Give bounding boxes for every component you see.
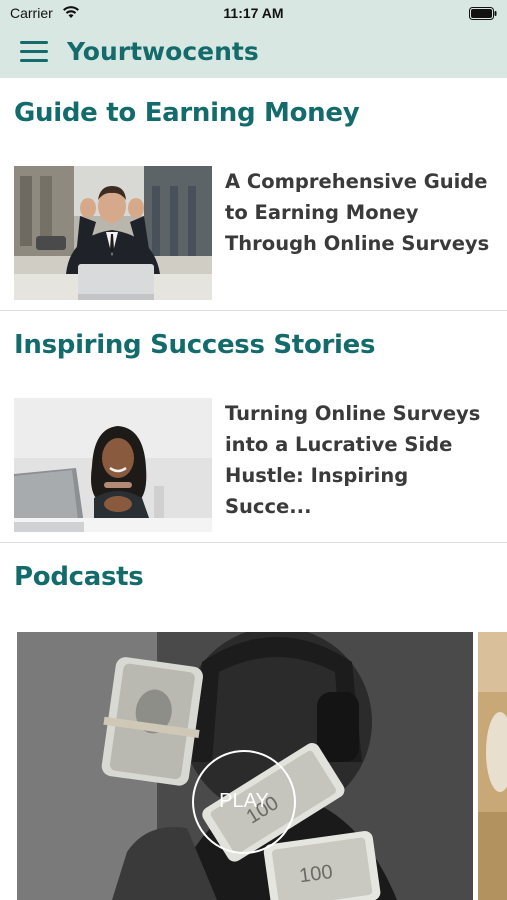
section-title-podcasts: Podcasts [14,562,144,592]
svg-text:100: 100 [298,861,334,887]
section-divider [0,310,507,311]
article-card-success[interactable]: Turning Online Surveys into a Lucrative … [0,398,507,534]
hamburger-menu-icon[interactable] [20,41,48,63]
next-podcast-thumbnail [478,632,507,900]
clock-time: 11:17 AM [223,5,284,21]
article-thumbnail[interactable] [14,166,212,300]
man-celebrating-at-laptop-photo [14,166,212,300]
play-button[interactable]: PLAY [192,750,296,854]
section-divider [0,542,507,543]
smiling-woman-at-laptop-photo [14,398,212,532]
play-label: PLAY [219,790,269,812]
article-thumbnail[interactable] [14,398,212,532]
article-title[interactable]: A Comprehensive Guide to Earning Money T… [225,166,495,259]
podcast-card-next[interactable] [478,632,507,900]
app-header: Yourtwocents [0,28,507,78]
section-title-guide: Guide to Earning Money [14,98,360,128]
status-bar: Carrier 11:17 AM [0,0,507,28]
article-card-guide[interactable]: A Comprehensive Guide to Earning Money T… [0,166,507,302]
section-title-success-stories: Inspiring Success Stories [14,330,376,360]
battery-icon [469,7,497,20]
podcast-card[interactable]: 100 100 PLAY [17,632,473,900]
app-title: Yourtwocents [67,37,259,66]
article-title[interactable]: Turning Online Surveys into a Lucrative … [225,398,495,522]
